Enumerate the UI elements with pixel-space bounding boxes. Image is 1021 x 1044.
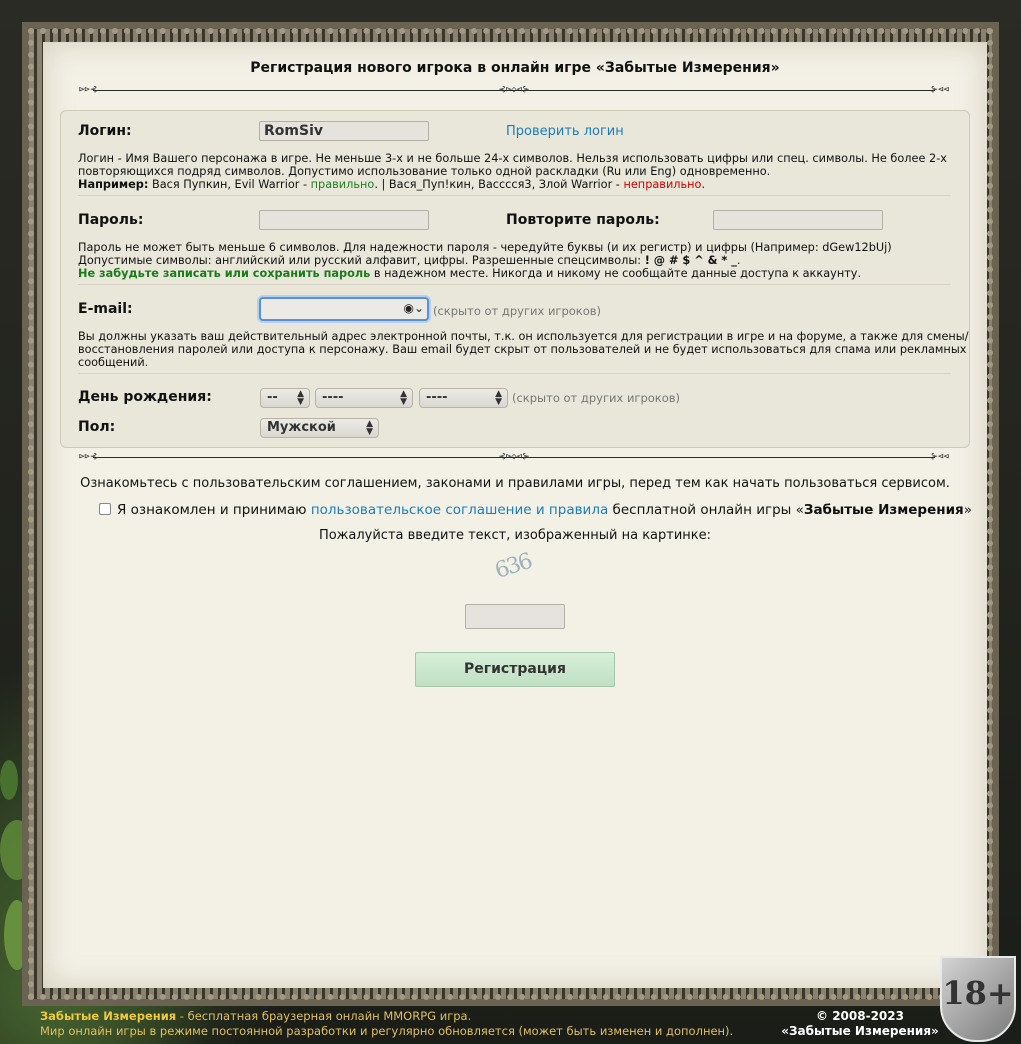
- agreement-intro: Ознакомьтесь с пользовательским соглашен…: [80, 476, 950, 491]
- captcha-image: 636: [492, 549, 534, 584]
- email-input[interactable]: ◉⌄: [259, 297, 429, 321]
- password-input[interactable]: [259, 210, 429, 230]
- footer-copyright: © 2008-2023 «Забытые Измерения»: [781, 1009, 939, 1038]
- check-login-link[interactable]: Проверить логин: [506, 124, 624, 139]
- login-hint: Логин - Имя Вашего персонажа в игре. Не …: [78, 152, 947, 191]
- agreement-link[interactable]: пользовательское соглашение и правила: [311, 502, 608, 518]
- email-label: E-mail:: [78, 301, 133, 317]
- person-circle-icon[interactable]: ◉⌄: [403, 301, 424, 315]
- login-input[interactable]: RomSiv: [259, 121, 429, 141]
- repeat-password-label: Повторите пароль:: [506, 212, 660, 228]
- registration-page: Регистрация нового игрока в онлайн игре …: [43, 42, 987, 988]
- gender-label: Пол:: [78, 419, 116, 435]
- birthday-label: День рождения:: [78, 389, 212, 405]
- footer-description: Забытые Измерения - бесплатная браузерна…: [40, 1009, 734, 1038]
- captcha-input[interactable]: [465, 604, 565, 629]
- register-button[interactable]: Регистрация: [415, 652, 615, 687]
- password-hint: Пароль не может быть меньше 6 символов. …: [78, 241, 892, 280]
- ornament-divider: ⊳⊳⊰ ⊰⊳◇⊲⊱ ⊱⊲⊲: [79, 452, 949, 462]
- email-hint: Вы должны указать ваш действительный адр…: [78, 330, 969, 369]
- section-separator: [78, 284, 951, 285]
- captcha-prompt: Пожалуйста введите текст, изображенный н…: [318, 528, 712, 543]
- page-title: Регистрация нового игрока в онлайн игре …: [250, 60, 780, 76]
- section-separator: [78, 373, 951, 374]
- section-separator: [78, 195, 951, 196]
- agreement-checkbox[interactable]: [99, 503, 111, 515]
- repeat-password-input[interactable]: [713, 210, 883, 230]
- registration-form: Логин: RomSiv Проверить логин Логин - Им…: [60, 110, 970, 448]
- login-label: Логин:: [78, 123, 132, 139]
- birthday-year-select[interactable]: ---- ▲ ▼: [419, 388, 508, 408]
- password-label: Пароль:: [78, 212, 144, 228]
- birthday-day-select[interactable]: -- ▲ ▼: [260, 388, 310, 408]
- age-rating-badge: 18+: [940, 956, 1016, 1042]
- email-hidden-note: (скрыто от других игроков): [433, 304, 602, 318]
- vine-decoration: [0, 760, 18, 800]
- gender-select[interactable]: Мужской ▲ ▼: [260, 418, 379, 438]
- footer-game-name: Забытые Измерения: [40, 1009, 177, 1023]
- birthday-hidden-note: (скрыто от других игроков): [512, 391, 681, 405]
- agreement-line: Я ознакомлен и принимаю пользовательское…: [99, 502, 972, 518]
- birthday-month-select[interactable]: ---- ▲ ▼: [315, 388, 413, 408]
- ornament-divider: ⊳⊳⊰ ⊰⊳◇⊲⊱ ⊱⊲⊲: [79, 85, 949, 95]
